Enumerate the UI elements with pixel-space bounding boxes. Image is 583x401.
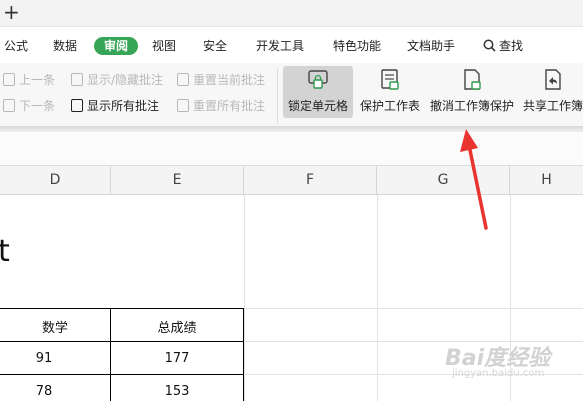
watermark-url: jingyan.baidu.com bbox=[452, 368, 545, 379]
